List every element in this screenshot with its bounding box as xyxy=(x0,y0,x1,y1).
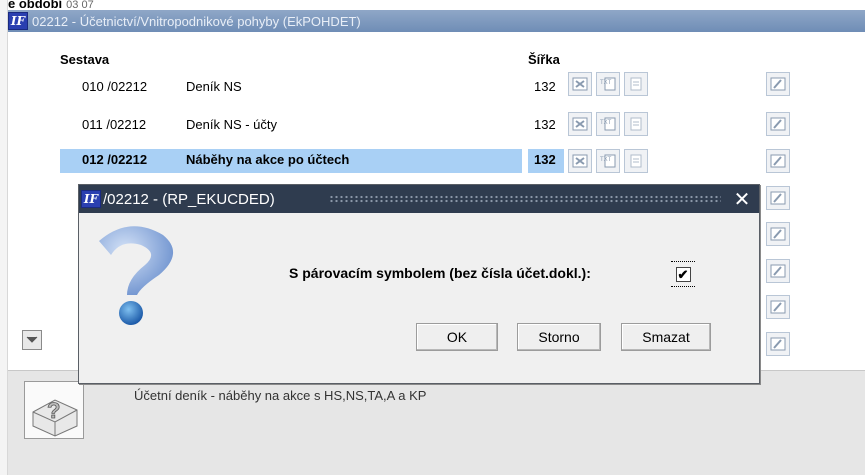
edit-icon xyxy=(770,117,786,131)
pairing-symbol-checkbox[interactable]: ✔ xyxy=(675,266,691,282)
edit-icon xyxy=(770,337,786,351)
print-preview-button[interactable] xyxy=(568,149,592,173)
pairing-symbol-checkbox-wrap[interactable]: ✔ xyxy=(671,261,695,287)
edit-icon xyxy=(770,191,786,205)
help-printer-icon: ? xyxy=(24,381,84,439)
printer-question-icon: ? xyxy=(32,398,78,437)
report-window-titlebar: IF 02212 - Účetnictví/Vnitropodnikové po… xyxy=(8,10,865,32)
report-name: Deník NS xyxy=(186,79,242,94)
print-preview-icon xyxy=(572,77,588,91)
printer-icon xyxy=(630,117,642,131)
report-code: 011 /02212 xyxy=(82,117,147,132)
smazat-button[interactable]: Smazat xyxy=(621,323,711,351)
export-text-button[interactable]: TXT xyxy=(596,112,620,136)
dialog-title: /02212 - (RP_EKUCDED) xyxy=(103,190,275,208)
print-preview-icon xyxy=(572,154,588,168)
help-panel: ? Účetní deník - náběhy na akce s HS,NS,… xyxy=(8,370,865,475)
print-button[interactable] xyxy=(624,112,648,136)
report-width: 132 xyxy=(534,152,556,167)
dialog-titlebar[interactable]: IF /02212 - (RP_EKUCDED) ✕ xyxy=(79,185,759,213)
edit-button[interactable] xyxy=(766,186,790,210)
app-logo-icon: IF xyxy=(8,12,28,30)
report-width: 132 xyxy=(534,79,556,94)
edit-button[interactable] xyxy=(766,295,790,319)
printer-icon xyxy=(630,154,642,168)
report-code: 010 /02212 xyxy=(82,79,148,94)
print-preview-button[interactable] xyxy=(568,112,592,136)
app-logo-icon: IF xyxy=(81,190,101,208)
report-code: 012 /02212 xyxy=(82,152,148,167)
edit-icon xyxy=(770,300,786,314)
report-width: 132 xyxy=(534,117,556,132)
edit-icon xyxy=(770,227,786,241)
print-preview-button[interactable] xyxy=(568,72,592,96)
edit-button[interactable] xyxy=(766,259,790,283)
svg-text:TXT: TXT xyxy=(600,120,612,126)
print-button[interactable] xyxy=(624,72,648,96)
export-text-button[interactable]: TXT xyxy=(596,72,620,96)
scroll-down-button[interactable] xyxy=(22,330,42,350)
close-icon[interactable]: ✕ xyxy=(731,188,753,210)
chevron-down-icon xyxy=(26,336,38,343)
svg-text:?: ? xyxy=(47,398,60,423)
print-preview-icon xyxy=(572,117,588,131)
svg-text:TXT: TXT xyxy=(600,157,612,163)
export-text-button[interactable]: TXT xyxy=(596,149,620,173)
column-header-sirka: Šířka xyxy=(528,52,560,67)
edit-icon xyxy=(770,77,786,91)
edit-button[interactable] xyxy=(766,149,790,173)
text-file-icon: TXT xyxy=(600,117,616,131)
edit-button[interactable] xyxy=(766,112,790,136)
pairing-symbol-label: S párovacím symbolem (bez čísla účet.dok… xyxy=(289,265,591,281)
parameter-dialog: IF /02212 - (RP_EKUCDED) ✕ S párovacím s… xyxy=(78,184,760,384)
storno-button[interactable]: Storno xyxy=(517,323,601,351)
svg-text:TXT: TXT xyxy=(600,80,612,86)
edit-icon xyxy=(770,264,786,278)
edit-button[interactable] xyxy=(766,72,790,96)
help-description: Účetní deník - náběhy na akce s HS,NS,TA… xyxy=(134,388,427,403)
ok-button[interactable]: OK xyxy=(416,323,498,351)
edit-button[interactable] xyxy=(766,222,790,246)
period-label: e období 03 07 xyxy=(8,0,94,11)
titlebar-grip xyxy=(329,195,721,204)
edit-button[interactable] xyxy=(766,332,790,356)
report-window-title: 02212 - Účetnictví/Vnitropodnikové pohyb… xyxy=(32,13,361,29)
text-file-icon: TXT xyxy=(600,154,616,168)
question-mark-icon xyxy=(89,221,185,329)
column-header-sestava: Sestava xyxy=(60,52,110,67)
text-file-icon: TXT xyxy=(600,77,616,91)
report-name: Náběhy na akce po účtech xyxy=(186,152,350,167)
left-edge-strip xyxy=(0,0,8,475)
edit-icon xyxy=(770,154,786,168)
print-button[interactable] xyxy=(624,149,648,173)
report-name: Deník NS - účty xyxy=(186,117,278,132)
printer-icon xyxy=(630,77,642,91)
